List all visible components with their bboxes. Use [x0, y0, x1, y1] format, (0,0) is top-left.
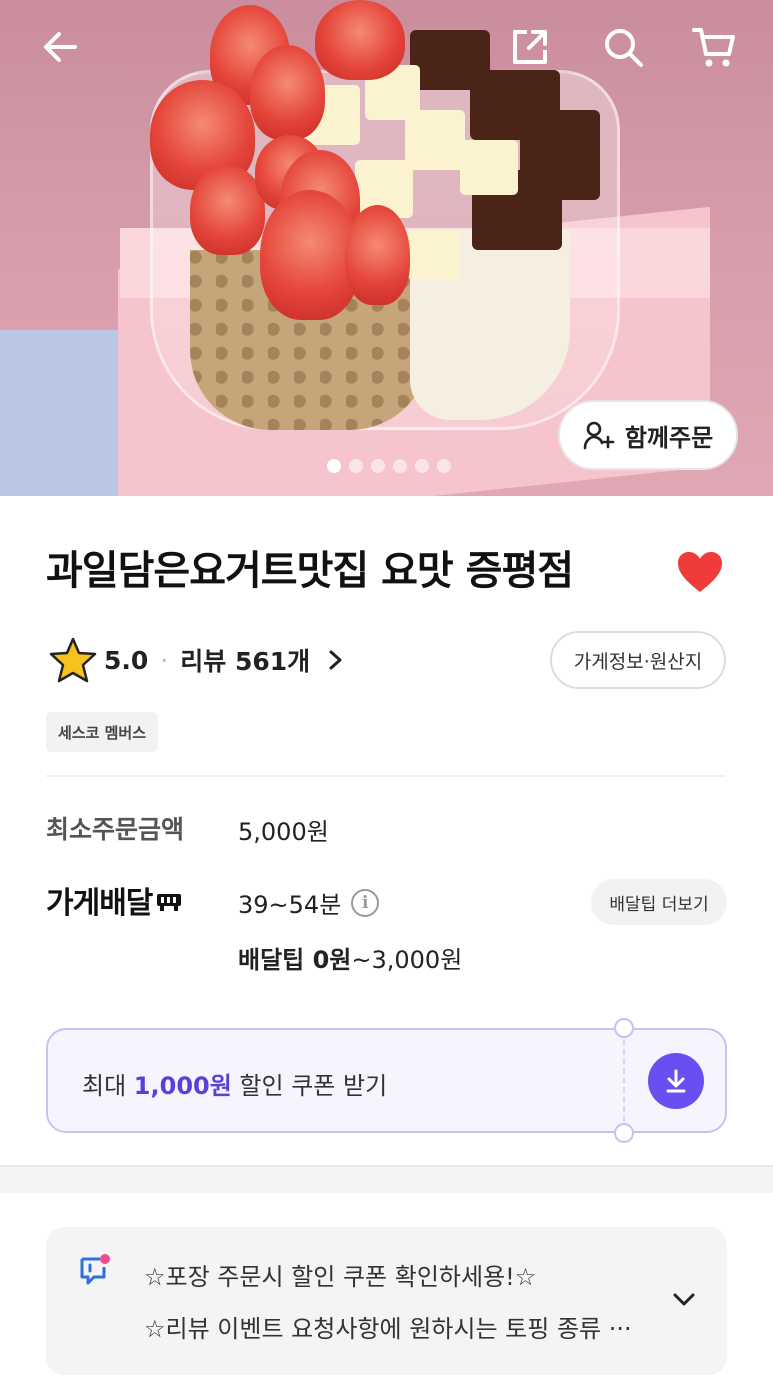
info-icon[interactable]: i: [351, 888, 380, 917]
coupon-notch: [614, 1123, 634, 1143]
hero-cheese: [460, 140, 518, 195]
notice-line-1: ☆포장 주문시 할인 쿠폰 확인하세용!☆: [144, 1263, 537, 1291]
section-divider: [0, 1165, 773, 1193]
reviews-link[interactable]: 리뷰 561개: [180, 642, 310, 678]
delivery-time-row: 39~54분 i: [238, 885, 380, 920]
coupon-notch: [614, 1018, 634, 1038]
heart-icon: [678, 552, 722, 592]
chevron-right-icon: [329, 650, 342, 670]
share-icon: [513, 30, 547, 64]
hero-strawberry: [315, 0, 405, 80]
store-name: 과일담은요거트맛집 요맛 증평점: [46, 548, 574, 594]
store-info-button[interactable]: 가게정보·원산지: [550, 631, 726, 689]
min-order-label: 최소주문금액: [46, 815, 185, 844]
delivery-tip-bold: 배달팁 0원: [238, 946, 352, 974]
tip-more-button[interactable]: 배달팁 더보기: [591, 879, 727, 925]
back-button[interactable]: [30, 17, 90, 77]
delivery-label-text: 가게배달: [46, 886, 153, 921]
coupon-download-button[interactable]: [648, 1053, 704, 1109]
coupon-suffix: 할인 쿠폰 받기: [231, 1072, 388, 1100]
group-order-button[interactable]: 함께주문: [558, 400, 738, 470]
carousel-dot[interactable]: [437, 459, 451, 473]
delivery-type-label: 가게배달: [46, 878, 182, 922]
delivery-time: 39~54분: [238, 891, 342, 919]
carousel-dot[interactable]: [371, 459, 385, 473]
cart-button[interactable]: [684, 17, 744, 77]
rating-row[interactable]: 5.0 · 리뷰 561개: [48, 636, 346, 684]
search-button[interactable]: [593, 17, 653, 77]
hero-strawberry: [250, 45, 325, 140]
hero-strawberry: [190, 165, 265, 255]
coupon-amount: 1,000원: [133, 1072, 232, 1100]
download-icon: [666, 1069, 686, 1093]
hero-strawberry: [345, 205, 410, 305]
rating-value: 5.0: [104, 645, 149, 675]
carousel-dot[interactable]: [415, 459, 429, 473]
chevron-down-icon[interactable]: [670, 1285, 698, 1313]
share-button[interactable]: [500, 17, 560, 77]
store-notice[interactable]: ☆포장 주문시 할인 쿠폰 확인하세용!☆ ☆리뷰 이벤트 요청사항에 원하시는…: [46, 1227, 727, 1375]
coupon-prefix: 최대: [82, 1072, 134, 1100]
hero-image[interactable]: 함께주문: [0, 0, 773, 496]
notice-line-2: ☆리뷰 이벤트 요청사항에 원하시는 토핑 종류 ···: [144, 1315, 632, 1343]
coupon-perforation: [623, 1030, 625, 1131]
coupon-text: 최대 1,000원 할인 쿠폰 받기: [82, 1066, 387, 1101]
group-order-label: 함께주문: [624, 423, 714, 452]
star-icon: [49, 637, 97, 683]
coupon-banner[interactable]: 최대 1,000원 할인 쿠폰 받기: [46, 1018, 727, 1143]
add-person-icon: [583, 421, 615, 450]
min-order-value: 5,000원: [238, 818, 329, 846]
separator: ·: [160, 645, 169, 675]
member-badge: 세스코 멤버스: [46, 712, 159, 752]
carousel-dots: [327, 459, 451, 473]
back-arrow-icon: [44, 32, 77, 62]
search-icon: [605, 29, 643, 67]
hero-cheese: [405, 110, 465, 170]
delivery-logo-icon: [157, 894, 182, 911]
divider: [46, 775, 726, 777]
delivery-tip-rest: ~3,000원: [351, 946, 463, 974]
hero-cheese: [408, 230, 460, 280]
notice-icon: [80, 1254, 110, 1285]
carousel-dot[interactable]: [349, 459, 363, 473]
carousel-dot[interactable]: [393, 459, 407, 473]
delivery-tip-line: 배달팁 0원~3,000원: [238, 940, 462, 975]
carousel-dot[interactable]: [327, 459, 341, 473]
favorite-button[interactable]: [676, 550, 724, 594]
cart-icon: [692, 28, 735, 67]
